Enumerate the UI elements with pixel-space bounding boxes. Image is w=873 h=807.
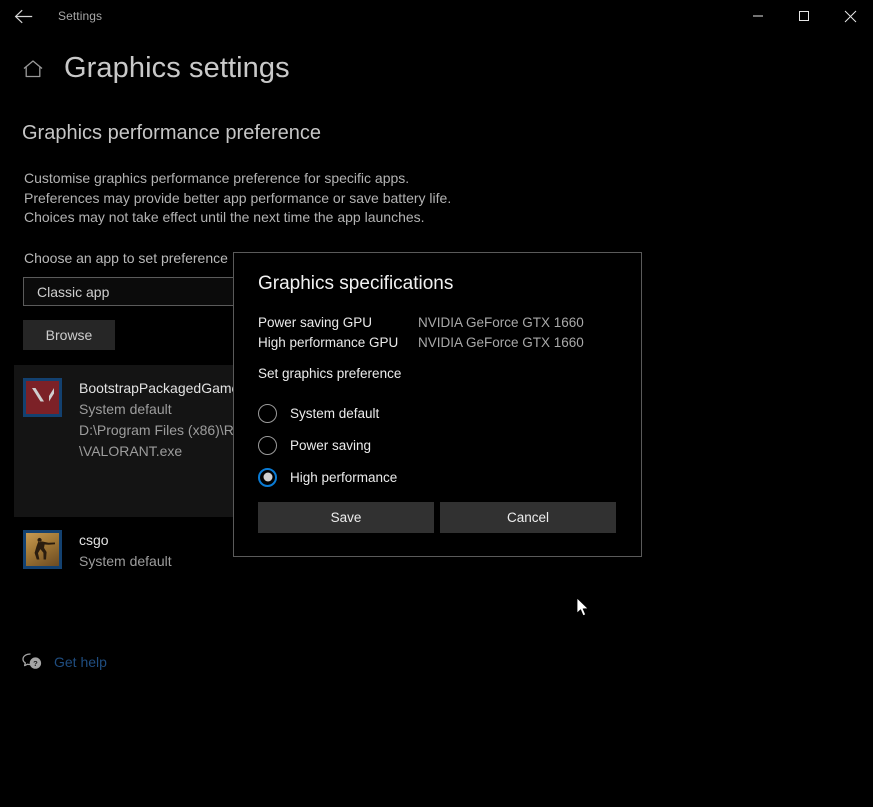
description-line: Customise graphics performance preferenc… <box>24 170 410 186</box>
browse-button[interactable]: Browse <box>23 320 115 350</box>
spec-value: NVIDIA GeForce GTX 1660 <box>418 335 584 350</box>
back-button[interactable] <box>0 0 46 32</box>
radio-label: System default <box>290 405 380 421</box>
app-preference: System default <box>79 401 172 417</box>
dialog-title: Graphics specifications <box>258 273 454 294</box>
save-button[interactable]: Save <box>258 502 434 533</box>
spec-key: High performance GPU <box>258 335 399 350</box>
radio-circle-icon[interactable] <box>258 403 277 423</box>
title-bar: Settings <box>0 0 873 32</box>
spec-value: NVIDIA GeForce GTX 1660 <box>418 315 584 330</box>
app-path-line: \VALORANT.exe <box>79 443 183 459</box>
preference-radio-group: System default Power saving High perform… <box>258 397 397 493</box>
description-line: Choices may not take effect until the ne… <box>24 209 425 225</box>
app-type-select-value: Classic app <box>37 283 110 300</box>
spec-key: Power saving GPU <box>258 315 373 330</box>
svg-text:?: ? <box>33 659 38 668</box>
description-line: Preferences may provide better app perfo… <box>24 189 452 206</box>
mouse-cursor <box>576 597 590 623</box>
app-name: csgo <box>79 532 109 548</box>
cancel-button[interactable]: Cancel <box>440 502 616 533</box>
app-name: BootstrapPackagedGame <box>79 380 240 396</box>
choose-app-label: Choose an app to set preference <box>24 250 228 266</box>
maximize-button[interactable] <box>781 0 827 32</box>
specs-table: Power saving GPU NVIDIA GeForce GTX 1660… <box>258 313 584 353</box>
list-item-meta: csgo System default <box>79 530 172 572</box>
list-item-meta: BootstrapPackagedGame System default D:\… <box>79 378 245 462</box>
radio-label: Power saving <box>290 437 372 453</box>
table-row: High performance GPU NVIDIA GeForce GTX … <box>258 333 584 352</box>
valorant-icon <box>23 378 62 417</box>
radio-option-system-default[interactable]: System default <box>258 397 397 429</box>
dialog-button-row: Save Cancel <box>258 502 616 533</box>
get-help-link[interactable]: ? Get help <box>22 653 107 670</box>
page-title: Graphics settings <box>64 52 290 84</box>
graphics-specifications-dialog: Graphics specifications Power saving GPU… <box>233 252 642 557</box>
app-path-line: D:\Program Files (x86)\Rio <box>79 422 245 438</box>
settings-window: Settings Graphics settings Graphics perf <box>0 0 873 807</box>
radio-option-power-saving[interactable]: Power saving <box>258 429 397 461</box>
radio-circle-icon[interactable] <box>258 435 277 455</box>
help-chat-icon: ? <box>22 653 43 670</box>
csgo-glyph <box>29 535 57 566</box>
minimize-button[interactable] <box>735 0 781 32</box>
csgo-icon <box>23 530 62 569</box>
get-help-label: Get help <box>54 653 107 670</box>
table-row: Power saving GPU NVIDIA GeForce GTX 1660 <box>258 313 584 332</box>
close-button[interactable] <box>827 0 873 32</box>
section-title: Graphics performance preference <box>22 122 322 144</box>
page-header: Graphics settings <box>22 52 290 85</box>
home-icon[interactable] <box>22 59 44 79</box>
radio-option-high-performance[interactable]: High performance <box>258 461 397 493</box>
radio-label: High performance <box>290 469 398 485</box>
valorant-glyph <box>31 387 55 409</box>
radio-circle-icon-selected[interactable] <box>258 467 277 487</box>
app-preference: System default <box>79 553 172 569</box>
set-preference-label: Set graphics preference <box>258 366 402 381</box>
section-description: Customise graphics performance preferenc… <box>24 169 451 228</box>
window-title: Settings <box>58 9 103 23</box>
